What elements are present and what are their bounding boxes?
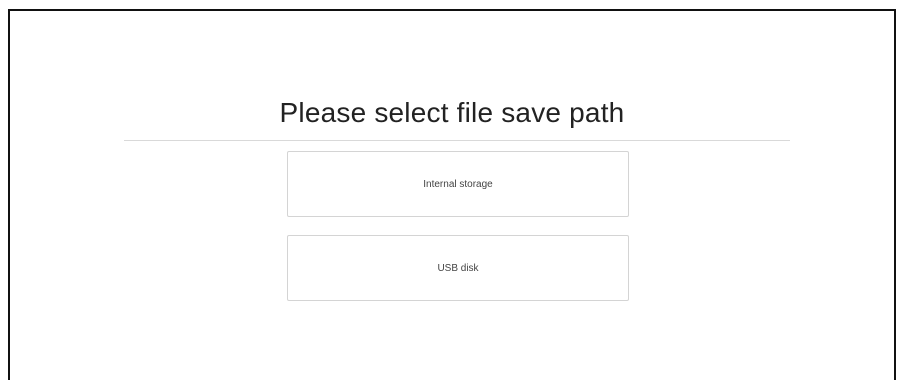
title-divider bbox=[124, 140, 790, 141]
internal-storage-button[interactable]: Internal storage bbox=[287, 151, 629, 217]
dialog-title: Please select file save path bbox=[279, 97, 625, 128]
usb-disk-label: USB disk bbox=[437, 262, 479, 274]
save-path-dialog: Please select file save path Internal st… bbox=[8, 9, 896, 380]
internal-storage-label: Internal storage bbox=[423, 178, 493, 190]
usb-disk-button[interactable]: USB disk bbox=[287, 235, 629, 301]
